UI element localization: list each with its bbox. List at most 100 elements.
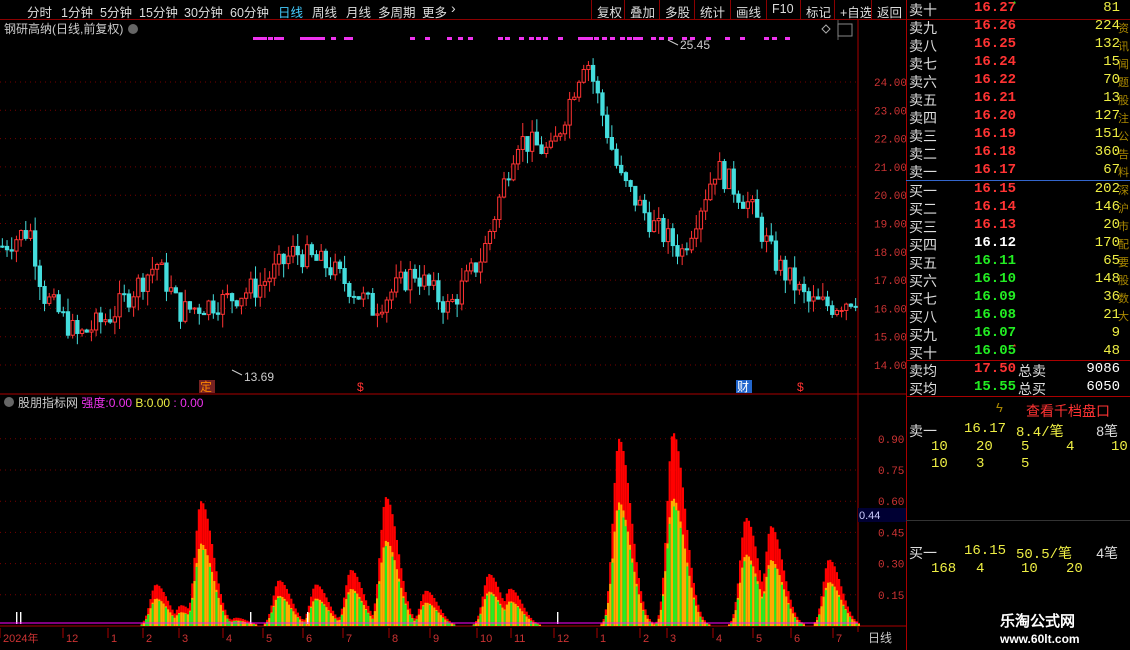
indicator-bar-green bbox=[327, 611, 330, 626]
indicator-bar-green bbox=[384, 546, 387, 626]
candle bbox=[131, 296, 136, 308]
indicator-bar-orange bbox=[160, 601, 163, 626]
candle bbox=[229, 293, 235, 302]
toolbar-button[interactable]: 返回 bbox=[877, 2, 902, 21]
indicator-bar-orange bbox=[376, 598, 379, 626]
order-queue-row: 10 3 5 bbox=[906, 456, 1130, 474]
side-tab[interactable]: 市 bbox=[1118, 218, 1130, 236]
period-tab[interactable]: 30分钟 bbox=[184, 2, 223, 21]
indicator-bar-orange bbox=[745, 554, 748, 626]
candle bbox=[801, 283, 807, 293]
candle bbox=[197, 307, 202, 314]
side-tab[interactable]: 要 bbox=[1118, 254, 1130, 272]
candle bbox=[839, 309, 844, 312]
signal-mark bbox=[740, 37, 745, 40]
divider bbox=[906, 396, 1130, 397]
toolbar-button[interactable]: +自选 bbox=[840, 2, 872, 21]
indicator-bar-green bbox=[736, 599, 739, 626]
indicator-bar-green bbox=[252, 624, 255, 626]
toolbar-button[interactable]: 多股 bbox=[665, 2, 690, 21]
side-tab[interactable]: 股 bbox=[1118, 92, 1130, 110]
period-tab[interactable]: 月线 bbox=[346, 2, 371, 21]
period-tab[interactable]: 5分钟 bbox=[100, 2, 132, 21]
candle bbox=[286, 255, 291, 265]
side-tab[interactable]: 沪 bbox=[1118, 200, 1130, 218]
indicator-bar-green bbox=[692, 599, 695, 626]
candle bbox=[333, 261, 338, 276]
indicator-bar-orange bbox=[527, 618, 530, 626]
chart-canvas[interactable]: 24.00 23.00 22.00 21.00 20.00 19.00 18.00 17.00… bbox=[0, 20, 906, 650]
candle bbox=[436, 280, 441, 303]
x-tick: 12 bbox=[557, 633, 569, 645]
bid-price: 16.13 bbox=[974, 217, 1017, 233]
bid-volume: 202 bbox=[1094, 181, 1120, 197]
period-tab[interactable]: 多周期 bbox=[378, 2, 416, 21]
period-tab[interactable]: 15分钟 bbox=[139, 2, 178, 21]
side-tab[interactable]: 股 bbox=[1118, 272, 1130, 290]
candle bbox=[379, 311, 385, 315]
side-tab[interactable]: 注 bbox=[1118, 110, 1130, 128]
level1-label: 卖一 bbox=[909, 423, 937, 439]
side-tab[interactable]: 数 bbox=[1118, 290, 1130, 308]
period-tab[interactable]: 60分钟 bbox=[230, 2, 269, 21]
signal-mark bbox=[320, 37, 325, 40]
candle bbox=[51, 294, 57, 298]
indicator-bar-orange bbox=[301, 621, 304, 626]
toolbar-button[interactable]: 标记 bbox=[806, 2, 831, 21]
period-tab[interactable]: 更多 bbox=[422, 2, 447, 21]
side-tab[interactable]: 题 bbox=[1118, 74, 1130, 92]
order-book: 卖十 16.27 * 81 卖九 16.26 224 卖八 16.25 132 卖七 16.24 15 卖… bbox=[906, 0, 1130, 650]
period-tab[interactable]: 周线 bbox=[312, 2, 337, 21]
candle bbox=[300, 254, 305, 268]
toolbar-button[interactable]: F10 bbox=[772, 2, 794, 16]
candle bbox=[680, 248, 685, 257]
toolbar-button[interactable]: 叠加 bbox=[630, 2, 655, 21]
indicator-bar-green bbox=[184, 614, 187, 626]
side-tab[interactable]: 料 bbox=[1118, 164, 1130, 182]
ask-row: 卖八 16.25 132 bbox=[906, 36, 1130, 54]
x-tick: 3 bbox=[182, 633, 188, 645]
side-tab[interactable]: 配 bbox=[1118, 236, 1130, 254]
candle bbox=[525, 136, 530, 152]
candle bbox=[731, 168, 736, 195]
side-tab[interactable]: 大 bbox=[1118, 308, 1130, 326]
indicator-bar-green bbox=[472, 624, 475, 626]
indicator-bar-green bbox=[391, 556, 394, 626]
toolbar-button[interactable]: 复权 bbox=[597, 2, 622, 21]
indicator-bar-orange bbox=[829, 582, 832, 626]
side-tab[interactable]: 资 bbox=[1118, 20, 1130, 38]
ask-label: 卖九 bbox=[909, 20, 937, 36]
indicator-bar-green bbox=[435, 610, 438, 626]
candle bbox=[792, 267, 797, 291]
period-tab[interactable]: 分时 bbox=[27, 2, 52, 21]
indicator-bar-green bbox=[686, 566, 689, 626]
indicator-bar-green bbox=[314, 600, 317, 626]
side-tab[interactable]: 深 bbox=[1118, 182, 1130, 200]
candle bbox=[773, 240, 779, 271]
side-tab[interactable]: 告 bbox=[1118, 146, 1130, 164]
side-tab[interactable]: 公 bbox=[1118, 128, 1130, 146]
ask-row: 卖四 16.20 127 bbox=[906, 108, 1130, 126]
indicator-y-tick: 0.75 bbox=[878, 466, 904, 478]
x-tick: 11 bbox=[514, 633, 525, 645]
signal-mark bbox=[498, 37, 503, 40]
period-tab[interactable]: 1分钟 bbox=[61, 2, 93, 21]
indicator-bar-green bbox=[340, 615, 343, 626]
side-tab[interactable]: 闻 bbox=[1118, 56, 1130, 74]
candle bbox=[351, 295, 357, 298]
candle bbox=[651, 220, 657, 233]
toolbar-button[interactable]: 统计 bbox=[700, 2, 725, 21]
side-tab[interactable]: 讯 bbox=[1118, 38, 1130, 56]
level1-per: 8.4/笔 bbox=[1016, 425, 1064, 441]
indicator-bar-green bbox=[743, 561, 746, 626]
candle bbox=[93, 312, 99, 331]
order-queue-item: 20 bbox=[976, 439, 993, 455]
period-tab[interactable]: 日线 bbox=[278, 2, 303, 21]
detail-button[interactable]: 查看千档盘口 bbox=[1026, 401, 1110, 421]
toolbar-button[interactable]: 画线 bbox=[736, 2, 761, 21]
indicator-bar-green bbox=[662, 596, 665, 626]
ask-volume: 127 bbox=[1094, 108, 1120, 124]
indicator-bar-orange bbox=[175, 615, 178, 626]
candle bbox=[614, 148, 619, 166]
signal-mark bbox=[253, 37, 258, 40]
